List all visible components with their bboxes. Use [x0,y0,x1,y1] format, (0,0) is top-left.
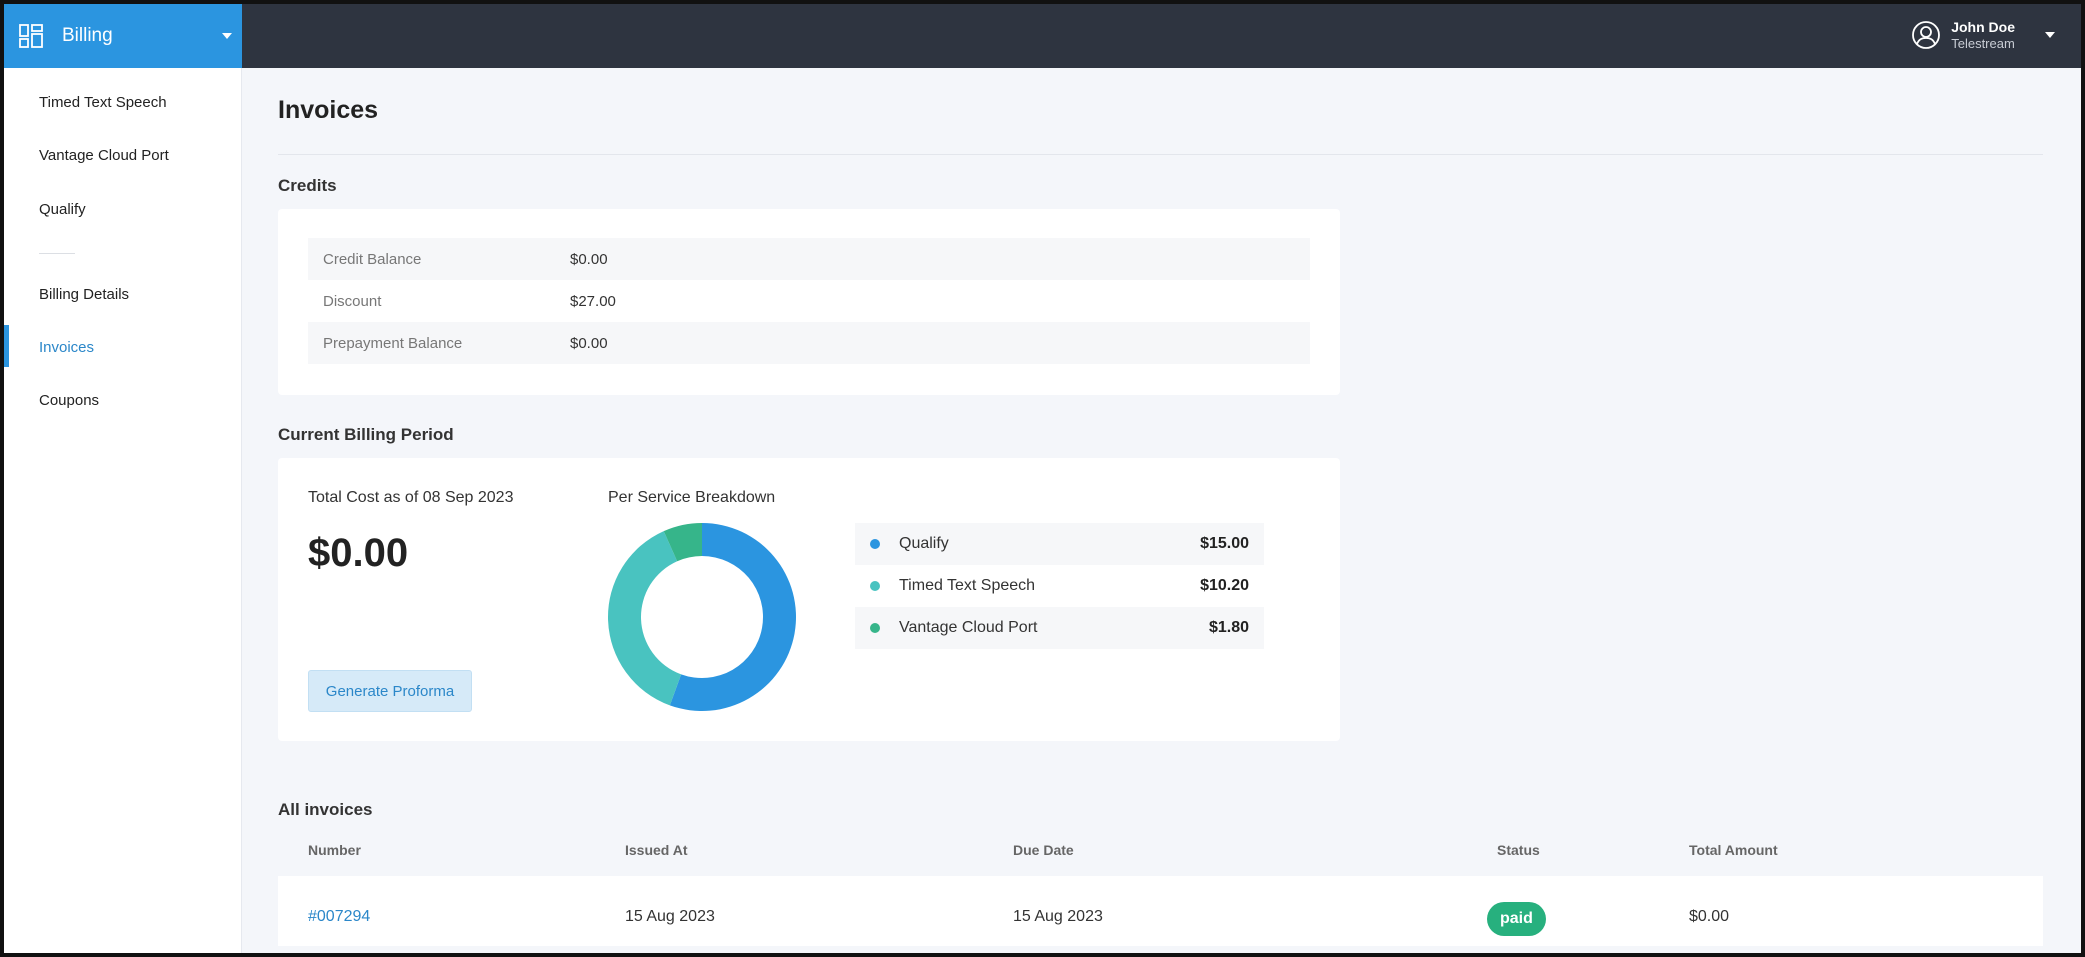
user-info: John Doe Telestream [1951,18,2015,52]
main-content: Invoices Credits Credit Balance $0.00 Di… [242,68,2081,953]
column-header-due-date: Due Date [1013,842,1074,858]
app-switcher-label: Billing [62,25,113,46]
invoice-issued-at: 15 Aug 2023 [625,908,715,925]
legend-label: Qualify [899,535,949,552]
user-name: John Doe [1951,19,2015,35]
credit-label: Discount [323,292,382,310]
title-divider [278,154,2043,155]
credit-row: Prepayment Balance $0.00 [308,322,1310,364]
legend-label: Vantage Cloud Port [899,619,1038,636]
total-cost-label: Total Cost as of 08 Sep 2023 [308,489,514,506]
legend-item: Timed Text Speech $10.20 [855,565,1264,607]
legend-dot [870,581,880,591]
app-frame: Billing John Doe Telestream Timed Text S… [0,0,2085,957]
sidebar-item-timed-text-speech[interactable]: Timed Text Speech [39,94,167,111]
breakdown-label: Per Service Breakdown [608,489,776,506]
sidebar: Timed Text Speech Vantage Cloud Port Qua… [4,68,242,953]
invoice-due-date: 15 Aug 2023 [1013,908,1103,925]
invoice-total: $0.00 [1689,908,1730,925]
legend-label: Timed Text Speech [899,577,1036,594]
credit-row: Credit Balance $0.00 [308,238,1310,280]
user-circle-icon [1912,21,1941,49]
sidebar-item-qualify[interactable]: Qualify [39,201,86,218]
user-menu[interactable]: John Doe Telestream [1911,18,2055,52]
credits-card: Credit Balance $0.00 Discount $27.00 Pre… [278,209,1340,395]
chevron-down-icon [222,33,232,39]
top-bar: Billing John Doe Telestream [4,4,2081,68]
service-breakdown-donut [608,523,797,711]
credit-value: $0.00 [570,334,608,352]
page-title: Invoices [278,96,379,124]
billing-period-card: Total Cost as of 08 Sep 2023 $0.00 Gener… [278,458,1340,741]
sidebar-item-invoices[interactable]: Invoices [39,339,94,356]
column-header-total-amount: Total Amount [1689,842,1778,858]
legend-item: Qualify $15.00 [855,523,1264,565]
donut-slice-timed-text-speech [608,531,682,706]
sidebar-divider [39,253,75,254]
sidebar-active-indicator [4,325,9,367]
total-cost-value: $0.00 [308,531,409,575]
sidebar-item-billing-details[interactable]: Billing Details [39,286,129,303]
billing-period-section-title: Current Billing Period [278,425,454,444]
column-header-number: Number [308,842,361,858]
generate-proforma-button[interactable]: Generate Proforma [308,670,472,712]
credit-value: $0.00 [570,250,608,268]
credit-value: $27.00 [570,292,616,310]
chevron-down-icon [2045,32,2055,38]
legend-value: $1.80 [1208,619,1249,636]
table-row[interactable]: #007294 15 Aug 2023 15 Aug 2023 paid $0.… [278,876,2043,946]
dashboard-grid-icon [19,24,43,48]
app-switcher[interactable]: Billing [4,4,242,68]
credit-label: Prepayment Balance [323,334,463,352]
sidebar-item-vantage-cloud-port[interactable]: Vantage Cloud Port [39,147,169,164]
legend-dot [870,539,880,549]
credit-row: Discount $27.00 [308,280,1310,322]
column-header-issued-at: Issued At [625,842,688,858]
user-organization: Telestream [1951,36,2015,51]
invoice-number-link[interactable]: #007294 [308,908,370,926]
credit-label: Credit Balance [323,250,422,268]
sidebar-item-coupons[interactable]: Coupons [39,392,99,409]
invoices-section-title: All invoices [278,800,373,819]
legend-item: Vantage Cloud Port $1.80 [855,607,1264,649]
legend-value: $15.00 [1200,535,1249,552]
legend-dot [870,623,880,633]
legend-value: $10.20 [1200,577,1249,594]
credits-section-title: Credits [278,176,337,195]
column-header-status: Status [1497,842,1540,858]
status-badge: paid [1487,902,1546,936]
